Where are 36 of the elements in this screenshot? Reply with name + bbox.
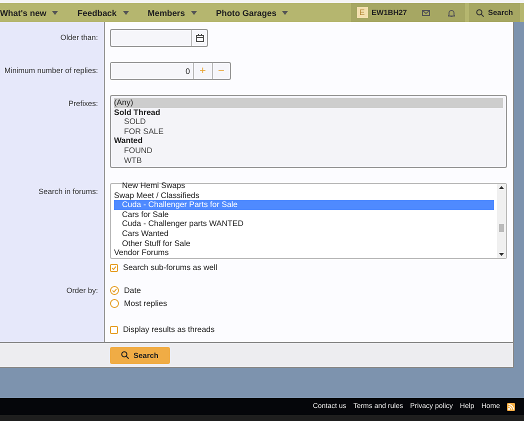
nav-tab[interactable]: What's new <box>0 8 58 18</box>
scrollbar[interactable] <box>497 184 506 258</box>
alerts-button[interactable] <box>438 3 465 22</box>
list-option[interactable]: (Any) <box>114 98 503 108</box>
checkbox[interactable]: Display results as threads <box>110 325 215 334</box>
list-option[interactable]: Cuda - Challenger parts WANTED <box>114 219 494 229</box>
nav-tab[interactable]: Members <box>148 8 197 18</box>
rss-icon[interactable] <box>507 402 515 410</box>
radio-option[interactable]: Most replies <box>110 297 168 310</box>
caret-icon <box>122 10 129 14</box>
search-icon <box>121 351 130 359</box>
caret-icon <box>190 10 197 14</box>
caret-icon <box>52 10 58 14</box>
list-option[interactable]: Cars for Sale <box>114 210 494 220</box>
nav-tab[interactable]: Feedback <box>77 8 129 18</box>
search-icon <box>476 8 484 16</box>
calendar-icon <box>196 34 204 42</box>
checkbox[interactable]: Search sub-forums as well <box>110 263 218 272</box>
option-group-label: Sold Thread <box>114 108 160 117</box>
caret-icon <box>282 10 288 14</box>
bell-icon <box>448 8 456 16</box>
list-option[interactable]: Cars Wanted <box>114 228 494 239</box>
list-option[interactable]: Vendor Forums <box>114 248 494 258</box>
list-option[interactable]: FOUND <box>114 146 503 156</box>
list-option[interactable]: New Hemi Swaps <box>114 181 494 191</box>
list-option[interactable]: WTB <box>114 156 503 166</box>
radio-option[interactable]: Date <box>110 284 141 297</box>
option-group-label: Wanted <box>114 136 143 146</box>
calendar-button[interactable] <box>191 30 207 46</box>
list-option[interactable]: Swap Meet / Classifieds <box>114 190 494 200</box>
envelope-icon <box>422 10 430 16</box>
date-field[interactable] <box>110 29 208 47</box>
list-option[interactable]: FOR SALE <box>114 126 503 136</box>
list-option[interactable]: SOLD <box>114 117 503 127</box>
list-option[interactable]: Other Stuff for Sale <box>114 238 494 248</box>
nav-tab[interactable]: Photo Garages <box>216 8 288 18</box>
